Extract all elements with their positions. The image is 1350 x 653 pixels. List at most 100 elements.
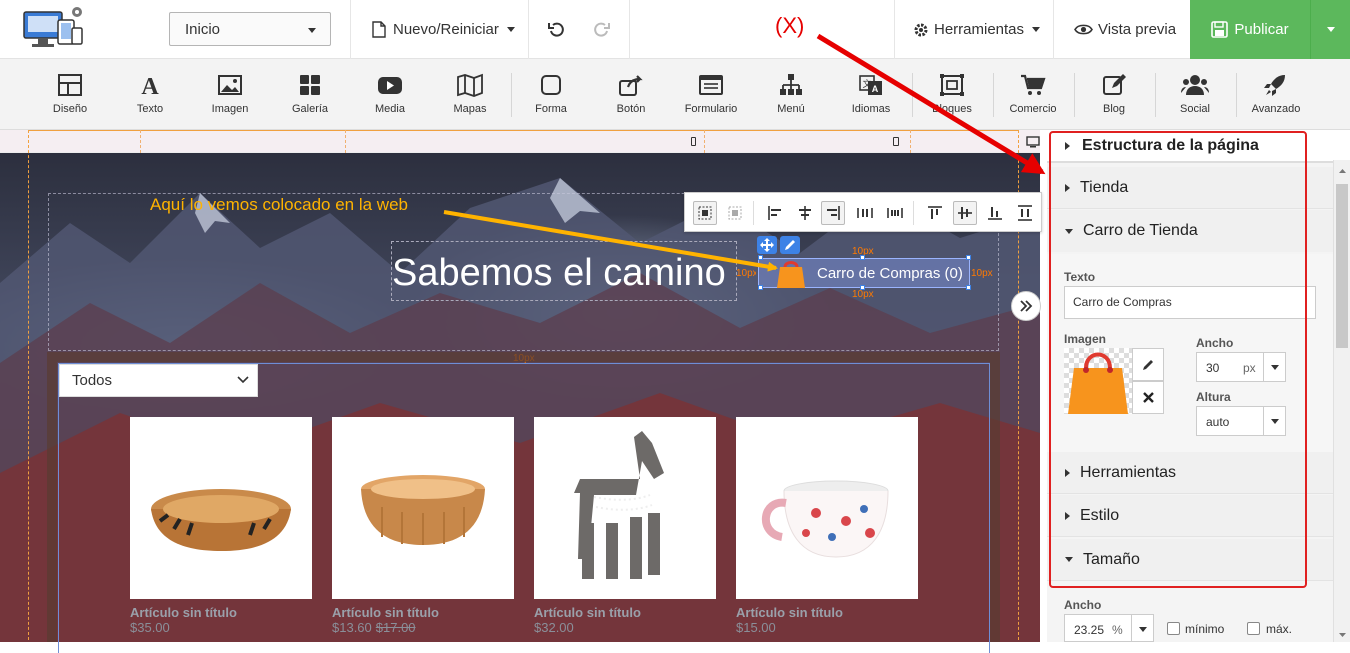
ribbon-item-form[interactable]: Formulario <box>671 59 751 130</box>
page-selector[interactable]: Inicio <box>169 12 331 46</box>
slogan-heading[interactable]: Sabemos el camino <box>391 241 737 301</box>
resize-handle[interactable] <box>860 285 865 290</box>
ribbon-item-languages[interactable]: 文A Idiomas <box>831 59 911 130</box>
publish-options-button[interactable] <box>1310 0 1350 59</box>
product-title[interactable]: Artículo sin título <box>736 605 918 620</box>
distribute-spacing-button[interactable] <box>883 201 907 225</box>
align-top-button[interactable] <box>923 201 947 225</box>
section-label: Carro de Tienda <box>1083 222 1198 239</box>
product-card[interactable]: Artículo sin título $32.00 <box>534 417 716 635</box>
ribbon-item-label: Menú <box>777 103 805 115</box>
product-title[interactable]: Artículo sin título <box>332 605 514 620</box>
product-image[interactable] <box>130 417 312 599</box>
tablet-breakpoint-icon[interactable] <box>893 137 899 146</box>
expand-panel-button[interactable] <box>1011 291 1041 321</box>
cart-text-input[interactable]: Carro de Compras <box>1064 286 1316 319</box>
publish-button[interactable]: Publicar <box>1190 0 1310 59</box>
section-tools[interactable]: Herramientas <box>1047 452 1333 494</box>
tools-button[interactable]: Herramientas <box>913 0 1041 59</box>
guide-line <box>28 130 29 642</box>
ribbon-item-advanced[interactable]: Avanzado <box>1236 59 1316 130</box>
product-card[interactable]: Artículo sin título $13.60 $17.00 <box>332 417 514 635</box>
unit-dropdown-button[interactable] <box>1131 615 1153 641</box>
scrollbar-thumb[interactable] <box>1336 184 1348 348</box>
ribbon-item-layout[interactable]: Diseño <box>30 59 110 130</box>
align-center-button[interactable] <box>793 201 817 225</box>
chevron-down-icon <box>308 28 316 33</box>
remove-image-button[interactable] <box>1132 381 1164 414</box>
edit-handle-button[interactable] <box>780 236 800 254</box>
product-title[interactable]: Artículo sin título <box>130 605 312 620</box>
ribbon-item-button[interactable]: Botón <box>591 59 671 130</box>
top-toolbar: Inicio Nuevo/Reiniciar (X) Herramientas … <box>0 0 1350 59</box>
panel-scrollbar[interactable] <box>1333 160 1350 642</box>
mobile-breakpoint-icon[interactable] <box>691 137 696 146</box>
edit-image-button[interactable] <box>1132 348 1164 381</box>
max-width-checkbox[interactable] <box>1247 622 1260 635</box>
ribbon-item-blog[interactable]: Blog <box>1074 59 1154 130</box>
ribbon-item-image[interactable]: Imagen <box>190 59 270 130</box>
ribbon-item-media[interactable]: Media <box>350 59 430 130</box>
ribbon-item-blocks[interactable]: Bloques <box>912 59 992 130</box>
align-right-button[interactable] <box>821 201 845 225</box>
move-handle-button[interactable] <box>757 236 777 254</box>
product-card[interactable]: Artículo sin título $15.00 <box>736 417 918 635</box>
resize-handle[interactable] <box>758 255 763 260</box>
ribbon-item-shape[interactable]: Forma <box>511 59 591 130</box>
shopping-cart-widget[interactable]: Carro de Compras (0) <box>758 258 970 288</box>
section-store[interactable]: Tienda <box>1047 167 1333 209</box>
canvas-ruler <box>0 130 1040 153</box>
new-reset-button[interactable]: Nuevo/Reiniciar <box>372 0 515 59</box>
redo-button[interactable] <box>592 0 610 59</box>
divider <box>894 0 895 59</box>
image-width-input[interactable]: 30 px <box>1196 352 1286 382</box>
category-filter-value: Todos <box>72 372 113 389</box>
product-card[interactable]: Artículo sin título $35.00 <box>130 417 312 635</box>
app-logo[interactable] <box>22 6 88 52</box>
desktop-breakpoint-icon[interactable] <box>1026 136 1040 151</box>
ribbon-item-text[interactable]: A Texto <box>110 59 190 130</box>
ribbon-item-gallery[interactable]: Galería <box>270 59 350 130</box>
align-bottom-button[interactable] <box>983 201 1007 225</box>
section-size[interactable]: Tamaño <box>1047 539 1333 581</box>
undo-button[interactable] <box>548 0 566 59</box>
ribbon-item-social[interactable]: Social <box>1155 59 1235 130</box>
unit-dropdown-button[interactable] <box>1263 353 1285 381</box>
category-filter-select[interactable]: Todos <box>59 364 258 397</box>
resize-handle[interactable] <box>966 285 971 290</box>
align-middle-button[interactable] <box>953 201 977 225</box>
height-dropdown-button[interactable] <box>1263 407 1285 435</box>
section-style[interactable]: Estilo <box>1047 495 1333 537</box>
ribbon-item-maps[interactable]: Mapas <box>430 59 510 130</box>
product-title[interactable]: Artículo sin título <box>534 605 716 620</box>
tools-label: Herramientas <box>934 21 1025 38</box>
divider <box>753 201 754 225</box>
resize-handle[interactable] <box>860 255 865 260</box>
resize-handle[interactable] <box>966 255 971 260</box>
select-parent-button[interactable] <box>693 201 717 225</box>
distribute-horizontal-button[interactable] <box>853 201 877 225</box>
svg-text:文: 文 <box>862 78 871 89</box>
cart-image-preview[interactable] <box>1064 348 1132 414</box>
preview-button[interactable]: Vista previa <box>1074 0 1176 59</box>
ribbon-item-label: Media <box>375 103 405 115</box>
page-structure-header[interactable]: Estructura de la página <box>1047 130 1333 163</box>
ribbon-item-commerce[interactable]: Comercio <box>993 59 1073 130</box>
product-image[interactable] <box>534 417 716 599</box>
guide-line <box>140 130 141 153</box>
guide-line <box>910 130 911 153</box>
section-cart[interactable]: Carro de Tienda <box>1047 210 1333 252</box>
resize-handle[interactable] <box>758 285 763 290</box>
align-left-button[interactable] <box>763 201 787 225</box>
min-width-checkbox[interactable] <box>1167 622 1180 635</box>
scroll-down-icon <box>1339 633 1346 637</box>
size-width-input[interactable]: 23.25 % <box>1064 614 1154 642</box>
distribute-vertical-button[interactable] <box>1013 201 1037 225</box>
ribbon-item-menu[interactable]: Menú <box>751 59 831 130</box>
ribbon-item-label: Forma <box>535 103 567 115</box>
select-child-button[interactable] <box>723 201 747 225</box>
image-height-input[interactable]: auto <box>1196 406 1286 436</box>
product-price-value: $13.60 <box>332 620 372 635</box>
product-image[interactable] <box>736 417 918 599</box>
product-image[interactable] <box>332 417 514 599</box>
